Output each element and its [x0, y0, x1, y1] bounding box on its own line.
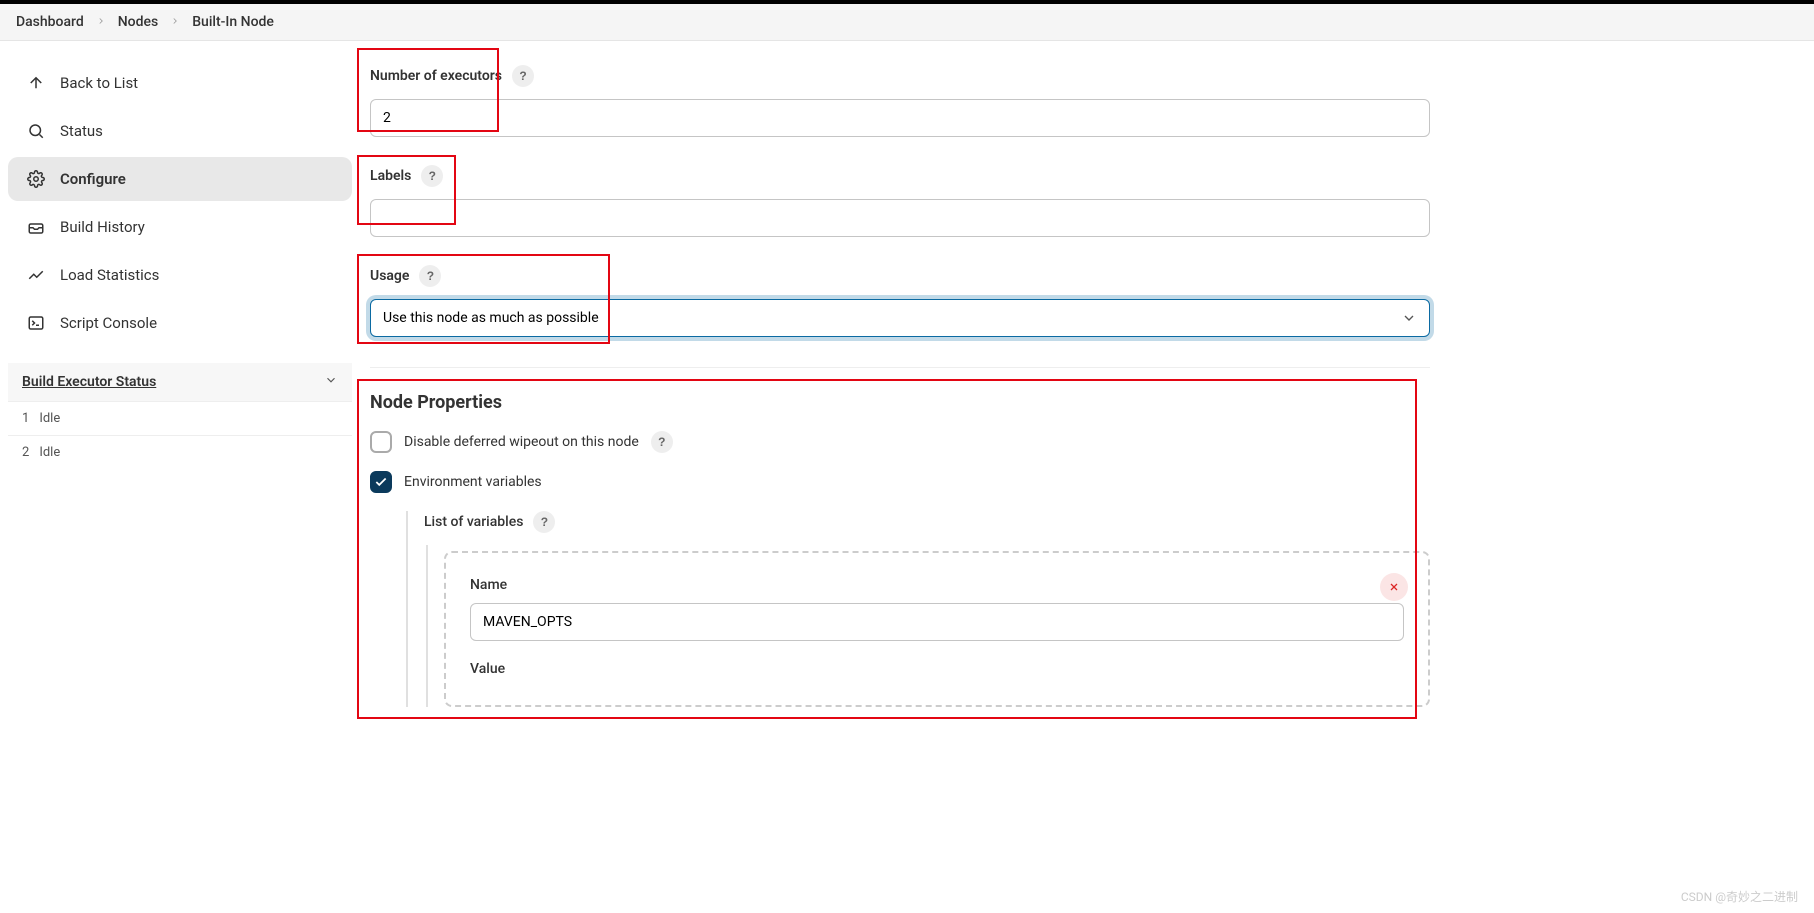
labels-input[interactable] — [370, 199, 1430, 237]
nav-load-statistics[interactable]: Load Statistics — [8, 253, 352, 297]
search-icon — [26, 121, 46, 141]
breadcrumb-item-nodes[interactable]: Nodes — [118, 14, 158, 30]
breadcrumb: Dashboard Nodes Built-In Node — [0, 4, 1814, 41]
nav-label: Build History — [60, 218, 145, 236]
nav-label: Configure — [60, 170, 126, 188]
delete-button[interactable] — [1380, 573, 1408, 601]
var-value-label: Value — [470, 661, 1404, 677]
gear-icon — [26, 169, 46, 189]
tray-icon — [26, 217, 46, 237]
breadcrumb-item-builtin[interactable]: Built-In Node — [192, 14, 274, 30]
labels-label: Labels — [370, 168, 411, 184]
help-icon[interactable]: ? — [533, 511, 555, 533]
panel-title: Build Executor Status — [22, 374, 156, 390]
nav-label: Load Statistics — [60, 266, 159, 284]
executors-label: Number of executors — [370, 68, 502, 84]
terminal-icon — [26, 313, 46, 333]
chevron-down-icon — [324, 373, 338, 391]
node-properties-title: Node Properties — [370, 392, 1430, 413]
usage-label: Usage — [370, 268, 409, 284]
arrow-up-icon — [26, 73, 46, 93]
nav-back-to-list[interactable]: Back to List — [8, 61, 352, 105]
var-name-input[interactable] — [470, 603, 1404, 641]
env-vars-checkbox[interactable] — [370, 471, 392, 493]
nav-label: Back to List — [60, 74, 138, 92]
help-icon[interactable]: ? — [421, 165, 443, 187]
chevron-right-icon — [96, 14, 106, 30]
breadcrumb-item-dashboard[interactable]: Dashboard — [16, 14, 84, 30]
build-executor-header[interactable]: Build Executor Status — [8, 363, 352, 401]
chart-icon — [26, 265, 46, 285]
var-name-label: Name — [470, 577, 1404, 593]
help-icon[interactable]: ? — [512, 65, 534, 87]
disable-wipeout-label: Disable deferred wipeout on this node — [404, 434, 639, 450]
nav-label: Status — [60, 122, 103, 140]
executor-row: 2 Idle — [8, 435, 352, 469]
nav-status[interactable]: Status — [8, 109, 352, 153]
list-variables-label: List of variables — [424, 514, 523, 530]
help-icon[interactable]: ? — [419, 265, 441, 287]
env-vars-label: Environment variables — [404, 474, 542, 490]
sidebar: Back to List Status Configure Build Hist… — [0, 41, 360, 747]
main-content: Number of executors ? Labels ? Usage ? U… — [360, 41, 1460, 747]
chevron-right-icon — [170, 14, 180, 30]
executor-row: 1 Idle — [8, 401, 352, 435]
build-executor-panel: Build Executor Status 1 Idle 2 Idle — [8, 363, 352, 469]
nav-script-console[interactable]: Script Console — [8, 301, 352, 345]
usage-select[interactable]: Use this node as much as possible — [370, 299, 1430, 337]
disable-wipeout-checkbox[interactable] — [370, 431, 392, 453]
executors-input[interactable] — [370, 99, 1430, 137]
nav-build-history[interactable]: Build History — [8, 205, 352, 249]
help-icon[interactable]: ? — [651, 431, 673, 453]
variable-entry: Name Value — [444, 551, 1430, 707]
watermark: CSDN @奇妙之二进制 — [1681, 888, 1798, 905]
nav-configure[interactable]: Configure — [8, 157, 352, 201]
nav-label: Script Console — [60, 314, 157, 332]
